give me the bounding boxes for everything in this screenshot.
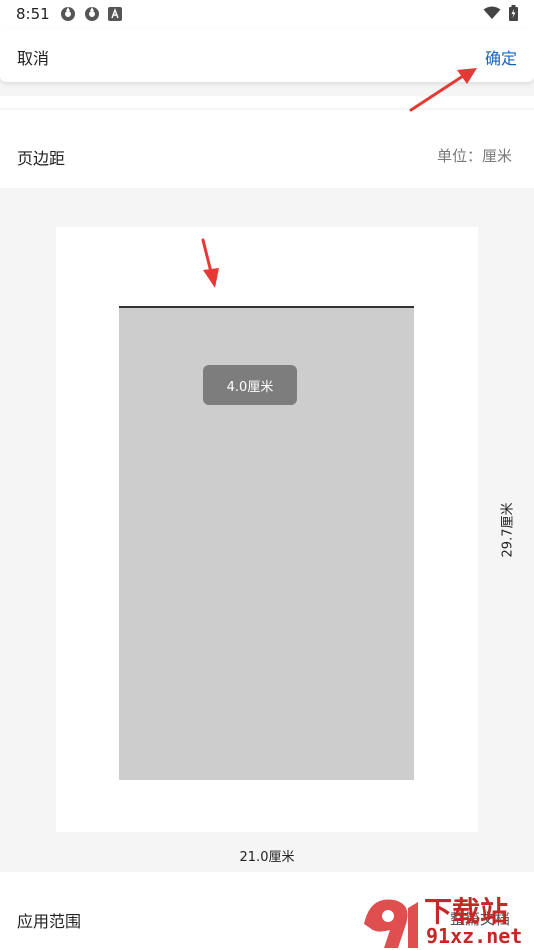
page-width-label: 21.0厘米 (239, 850, 295, 865)
battery-icon (509, 5, 518, 21)
unit-text: 单位：厘米 (436, 147, 512, 165)
app-notification-icon (85, 7, 99, 21)
app-notification-icon (61, 7, 75, 21)
page-margin-label: 页边距 (17, 149, 66, 168)
page-margin-row: 页边距 单位：厘米 (0, 110, 534, 188)
status-time: 8:51 (16, 5, 50, 23)
spacer-strip (0, 96, 534, 108)
apply-range-value[interactable]: 整篇文档 (450, 908, 510, 929)
status-bar: 8:51 (0, 0, 534, 28)
top-margin-handle[interactable] (119, 306, 414, 308)
status-icons-left (60, 6, 122, 22)
wifi-icon (483, 6, 501, 19)
confirm-button[interactable]: 确定 (485, 45, 517, 69)
dialog-header: 取消 确定 (0, 28, 534, 82)
apply-range-label: 应用范围 (17, 912, 82, 931)
status-icons-right (483, 5, 518, 21)
cancel-button[interactable]: 取消 (17, 45, 49, 69)
font-app-icon (108, 7, 122, 21)
margin-value-tooltip: 4.0厘米 (203, 365, 297, 405)
page-height-label: 29.7厘米 (500, 502, 516, 558)
apply-range-row[interactable]: 应用范围 整篇文档 (0, 872, 534, 950)
